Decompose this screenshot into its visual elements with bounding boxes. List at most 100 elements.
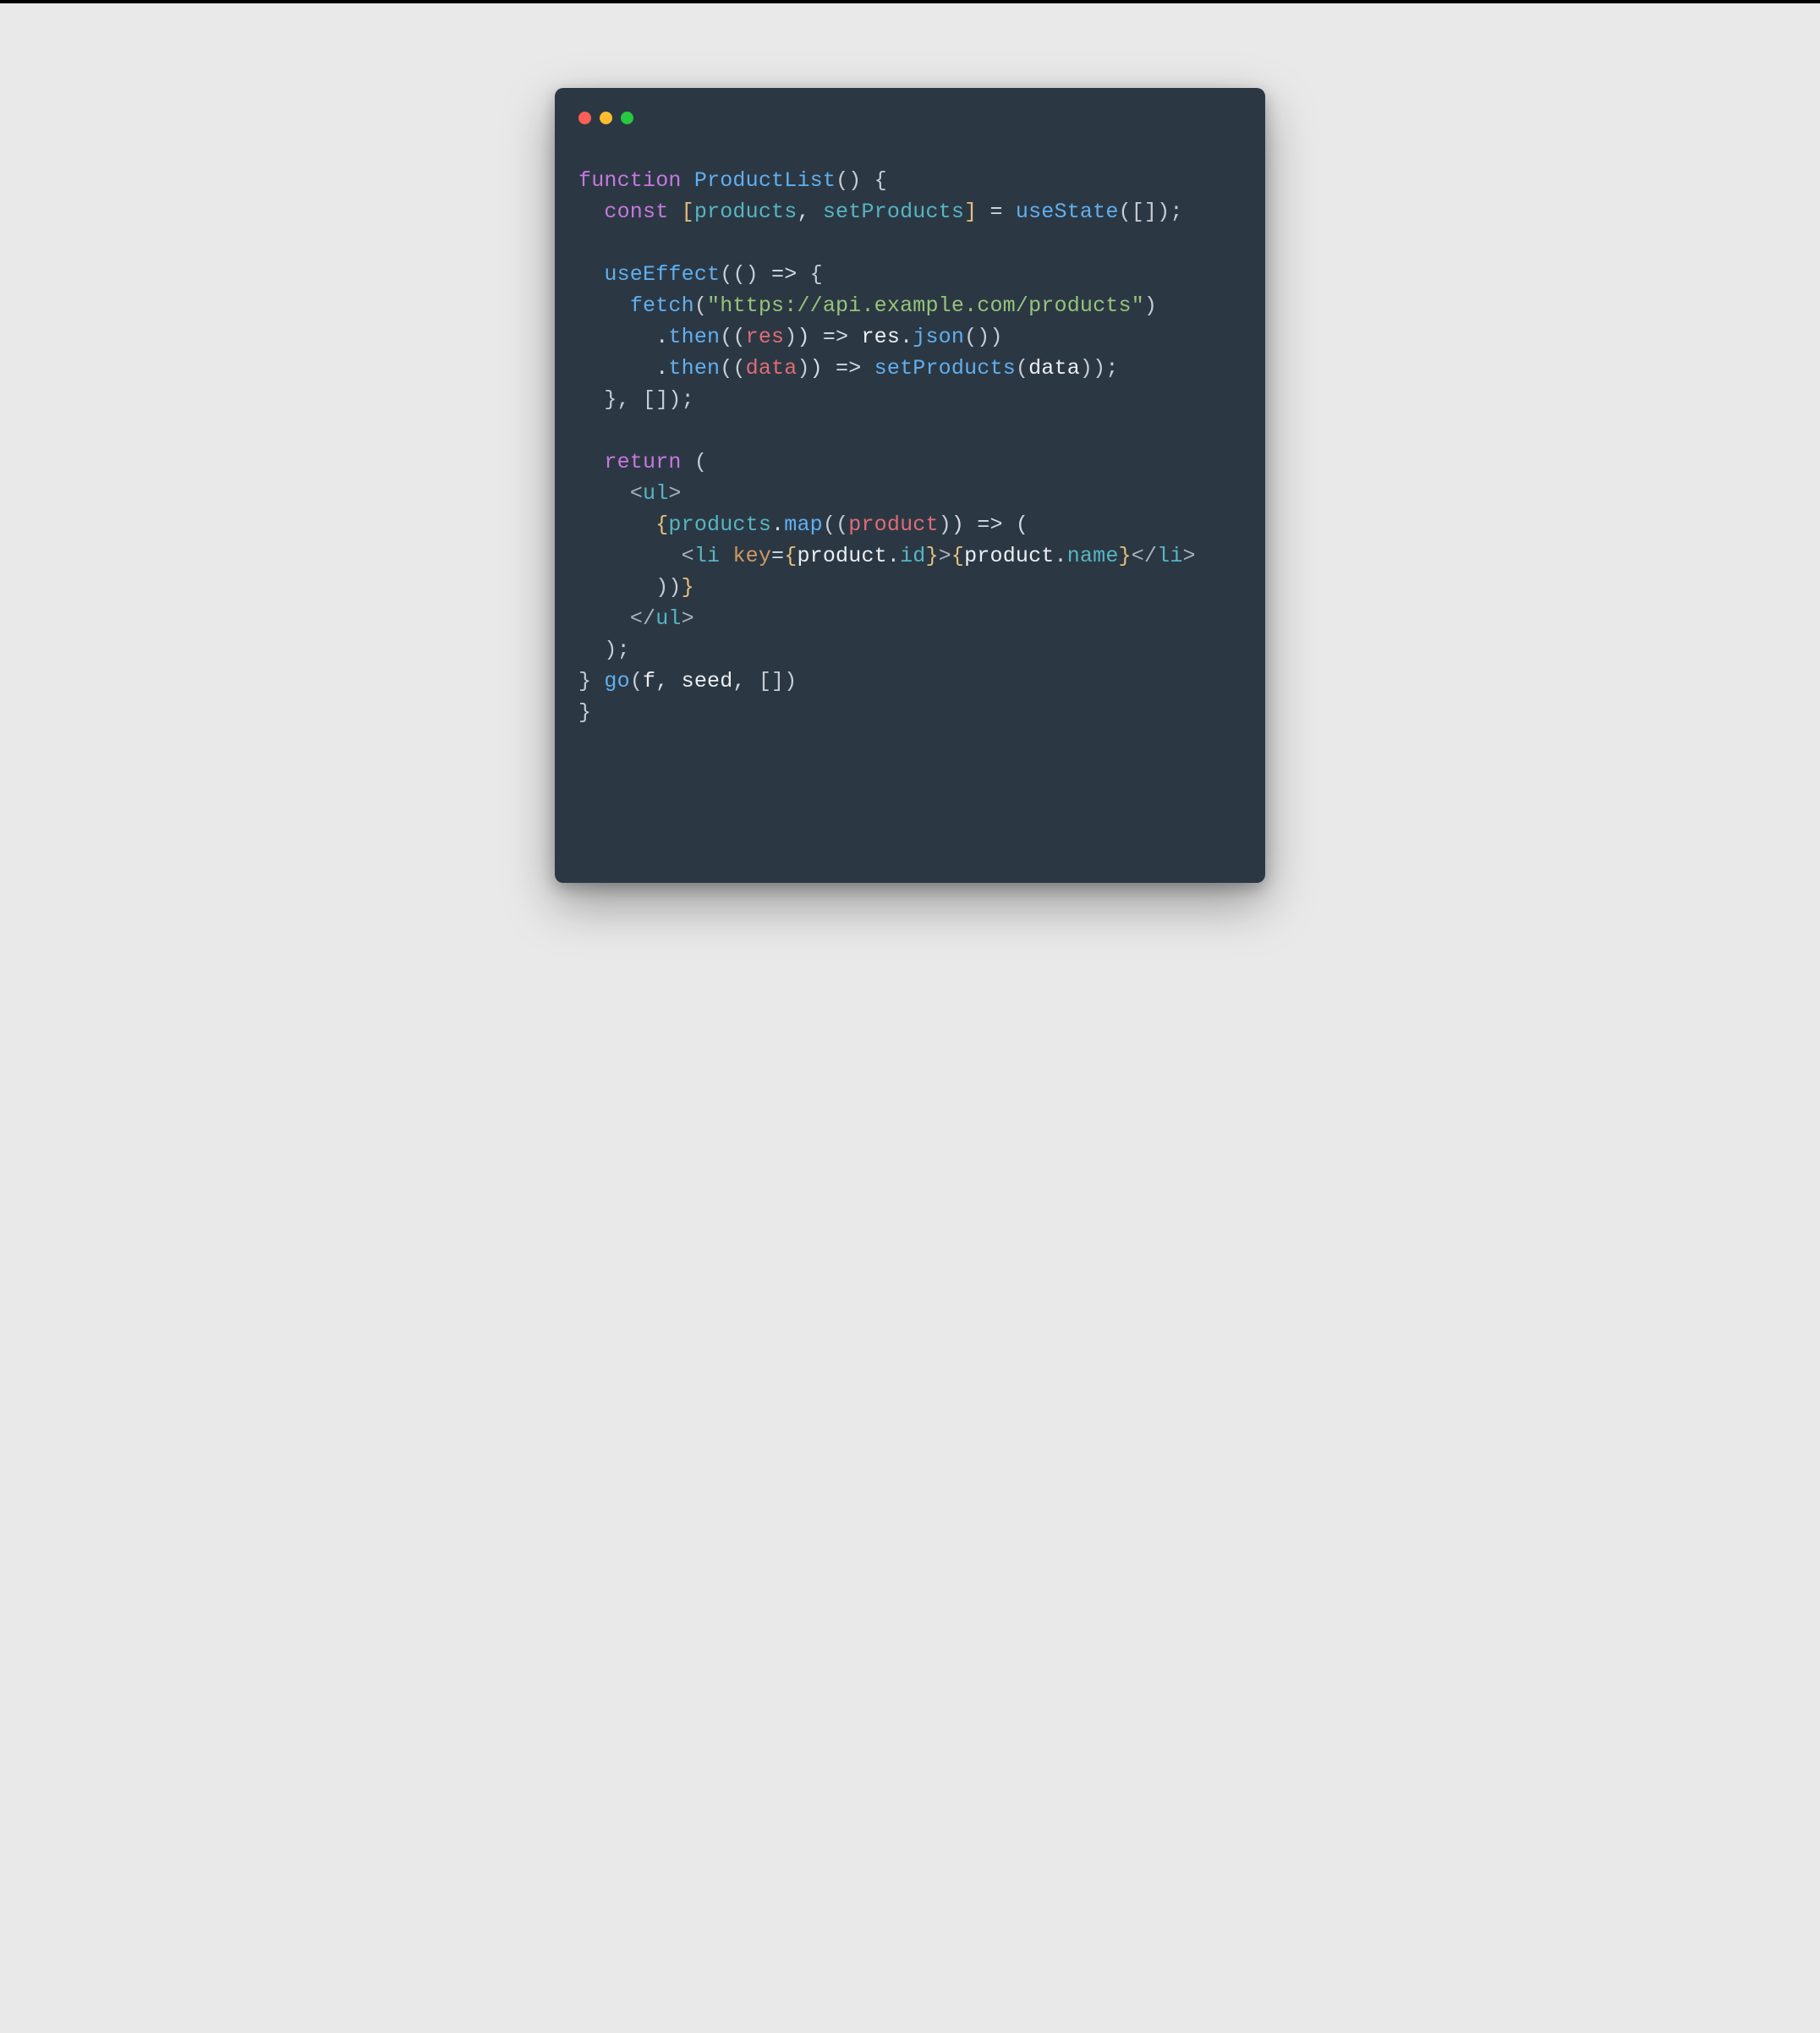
dot: . (887, 544, 900, 568)
brace: } (925, 544, 938, 568)
lparen: ( (836, 512, 848, 537)
window-traffic-lights (578, 112, 1242, 124)
equals: = (771, 544, 784, 568)
dot: . (655, 356, 668, 381)
comma: , (732, 669, 758, 693)
brace: { (951, 544, 964, 568)
jsx-tag-ul: ul (643, 481, 668, 506)
indent (578, 200, 604, 224)
sp (720, 544, 732, 568)
lparen: ( (720, 262, 732, 287)
lparen: ( (720, 325, 732, 349)
ident-res: res (861, 325, 900, 349)
indent (578, 356, 655, 381)
jsx-expr-open: { (655, 512, 668, 537)
jsx-tag-li-close: li (1157, 544, 1182, 568)
lparen: ( (682, 450, 707, 474)
call-fetch: fetch (630, 293, 694, 318)
rparen: ) (784, 669, 797, 693)
indent (578, 325, 655, 349)
call-useEffect: useEffect (604, 262, 720, 287)
close-useEffect: }, []); (604, 387, 693, 412)
dot: . (771, 512, 784, 537)
param-product: product (848, 512, 938, 537)
rparen: ) (746, 262, 759, 287)
jsx-tag-li: li (694, 544, 720, 568)
gt-icon: > (668, 481, 681, 506)
parens: () (836, 168, 861, 193)
lt-icon: < (682, 544, 694, 568)
indent (578, 606, 630, 631)
fn-ProductList: ProductList (694, 168, 836, 193)
brace: } (1119, 544, 1132, 568)
zoom-icon[interactable] (621, 112, 633, 124)
call-then: then (668, 356, 720, 381)
indent (578, 544, 682, 568)
indent (578, 387, 604, 412)
lparen: ( (1016, 356, 1028, 381)
jsx-tag-ul-close: ul (655, 606, 681, 631)
equals: = (977, 200, 1016, 224)
call-useState: useState (1016, 200, 1119, 224)
lparen: ( (630, 669, 643, 693)
brace-close: } (578, 669, 591, 693)
jsx-attr-key: key (732, 544, 771, 568)
bracket: ] (964, 200, 977, 224)
lparen: ( (732, 325, 745, 349)
param-res: res (746, 325, 785, 349)
ltc-icon: </ (630, 606, 655, 631)
indent (578, 262, 604, 287)
dot: . (655, 325, 668, 349)
arrow: => (759, 262, 810, 287)
lparen: ( (720, 356, 732, 381)
parens: ()) (964, 325, 1003, 349)
keyword-return: return (604, 450, 681, 474)
string-url: "https://api.example.com/products" (707, 293, 1144, 318)
dot: . (900, 325, 913, 349)
rparen: ) (797, 356, 809, 381)
close-return: ); (604, 638, 629, 662)
gt-icon: > (939, 544, 951, 568)
sp (591, 669, 604, 693)
args: ([]); (1119, 200, 1183, 224)
brace: { (784, 544, 797, 568)
call-map: map (784, 512, 823, 537)
arrow-paren: ) => ( (951, 512, 1028, 537)
call-setProducts: setProducts (874, 356, 1016, 381)
prop-id: id (900, 544, 925, 568)
ident-product: product (964, 544, 1054, 568)
brace-close: } (578, 700, 591, 725)
call-json: json (913, 325, 964, 349)
call-go: go (604, 669, 629, 693)
indent (578, 575, 655, 600)
code-window: function ProductList() { const [products… (555, 88, 1265, 883)
sp (810, 200, 823, 224)
param-data: data (746, 356, 798, 381)
bracket: [ (682, 200, 694, 224)
rparen: ) (1144, 293, 1157, 318)
code-block: function ProductList() { const [products… (578, 165, 1242, 728)
gt-icon: > (682, 606, 694, 631)
rparen: ) (784, 325, 797, 349)
sp (668, 200, 681, 224)
close-icon[interactable] (578, 112, 591, 124)
indent (578, 512, 655, 537)
brace: { (810, 262, 823, 287)
dot: . (1055, 544, 1067, 568)
indent (578, 450, 604, 474)
jsx-expr-close: } (682, 575, 694, 600)
rparen-semi: )); (1080, 356, 1119, 381)
lparen: ( (694, 293, 707, 318)
ltc-icon: </ (1132, 544, 1157, 568)
close-parens: )) (655, 575, 681, 600)
lparen: ( (732, 356, 745, 381)
indent (578, 293, 630, 318)
indent (578, 638, 604, 662)
arrow: ) => (810, 356, 874, 381)
gt-icon: > (1183, 544, 1196, 568)
minimize-icon[interactable] (600, 112, 612, 124)
comma: , (655, 669, 681, 693)
brace-open: { (861, 168, 886, 193)
keyword-function: function (578, 168, 682, 193)
indent (578, 481, 630, 506)
